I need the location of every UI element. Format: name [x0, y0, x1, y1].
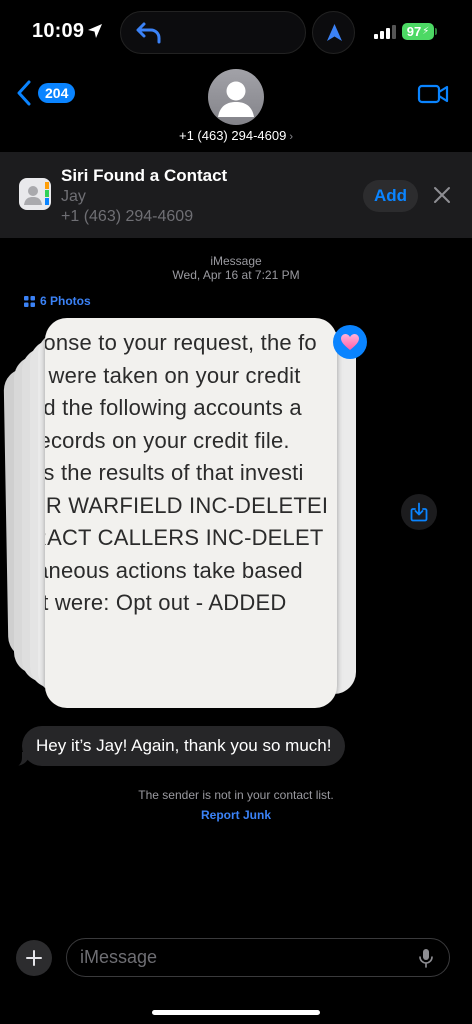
- heart-tapback[interactable]: [333, 325, 367, 359]
- heart-icon: [341, 334, 359, 350]
- save-photos-button[interactable]: [401, 494, 437, 530]
- message-timestamp: Wed, Apr 16 at 7:21 PM: [172, 268, 300, 282]
- add-contact-button[interactable]: Add: [363, 180, 418, 212]
- document-text-line: st were: Opt out - ADDED: [45, 590, 287, 615]
- document-text-line: s were taken on your credit: [45, 362, 301, 388]
- message-input[interactable]: [66, 938, 450, 977]
- contact-avatar[interactable]: [208, 69, 264, 125]
- battery-indicator: 97 ⚡: [402, 23, 434, 40]
- status-bar: 10:09 97 ⚡: [0, 0, 472, 64]
- document-text-line: ed the following accounts a: [45, 395, 302, 420]
- bubble-tail-mask: [10, 752, 22, 768]
- document-text-line: laneous actions take based: [45, 557, 303, 583]
- video-camera-icon[interactable]: [417, 82, 449, 106]
- home-indicator[interactable]: [152, 1010, 320, 1015]
- plus-icon: [26, 950, 42, 966]
- message-bubble[interactable]: Hey it’s Jay! Again, thank you so much!: [22, 726, 346, 766]
- navigation-icon: [327, 24, 342, 41]
- back-button[interactable]: 204: [16, 80, 76, 106]
- contact-chevron: ›: [289, 131, 293, 143]
- service-label: iMessage: [210, 254, 262, 268]
- person-icon: [218, 81, 254, 117]
- close-icon[interactable]: [433, 186, 451, 204]
- siri-banner-title: Siri Found a Contact: [61, 166, 228, 185]
- status-time: 10:09: [32, 20, 85, 42]
- battery-level: 97: [406, 24, 422, 39]
- contact-number-header[interactable]: +1 (463) 294-4609 ›: [0, 128, 472, 143]
- contact-number: +1 (463) 294-4609: [178, 128, 287, 143]
- document-text-line: ER WARFIELD INC-DELETEI: [45, 492, 329, 518]
- unread-count-badge: 204: [38, 83, 76, 103]
- battery-tip: [435, 28, 437, 35]
- photo-grid-icon: [24, 295, 35, 307]
- contacts-app-icon: [19, 178, 51, 210]
- back-chevron-icon: [17, 80, 31, 106]
- microphone-icon[interactable]: [418, 948, 434, 968]
- save-download-icon: [410, 502, 428, 522]
- navigation-indicator[interactable]: [312, 11, 355, 54]
- reply-arrow-icon: [136, 22, 161, 44]
- apps-plus-button[interactable]: [16, 940, 52, 976]
- photos-stack-label[interactable]: 6 Photos: [24, 294, 91, 308]
- location-arrow-icon: [88, 24, 102, 38]
- document-text-line: RACT CALLERS INC-DELET: [45, 525, 324, 550]
- unknown-sender-notice: The sender is not in your contact list.: [138, 788, 334, 802]
- signal-icon: [374, 25, 396, 39]
- photos-count: 6 Photos: [40, 294, 91, 308]
- document-text-line: es the results of that investi: [45, 460, 304, 485]
- message-text: Hey it’s Jay! Again, thank you so much!: [36, 736, 332, 755]
- siri-contact-banner: Siri Found a Contact Jay +1 (463) 294-46…: [0, 152, 472, 238]
- document-text-line: ponse to your request, the fo: [45, 330, 317, 355]
- siri-contact-phone: +1 (463) 294-4609: [61, 208, 194, 225]
- siri-contact-name: Jay: [61, 188, 86, 205]
- photo-card-front[interactable]: ponse to your request, the fo s were take…: [45, 318, 337, 708]
- dynamic-island[interactable]: [120, 11, 306, 54]
- document-text-line: records on your credit file.: [45, 427, 290, 453]
- report-junk-link[interactable]: Report Junk: [0, 808, 472, 822]
